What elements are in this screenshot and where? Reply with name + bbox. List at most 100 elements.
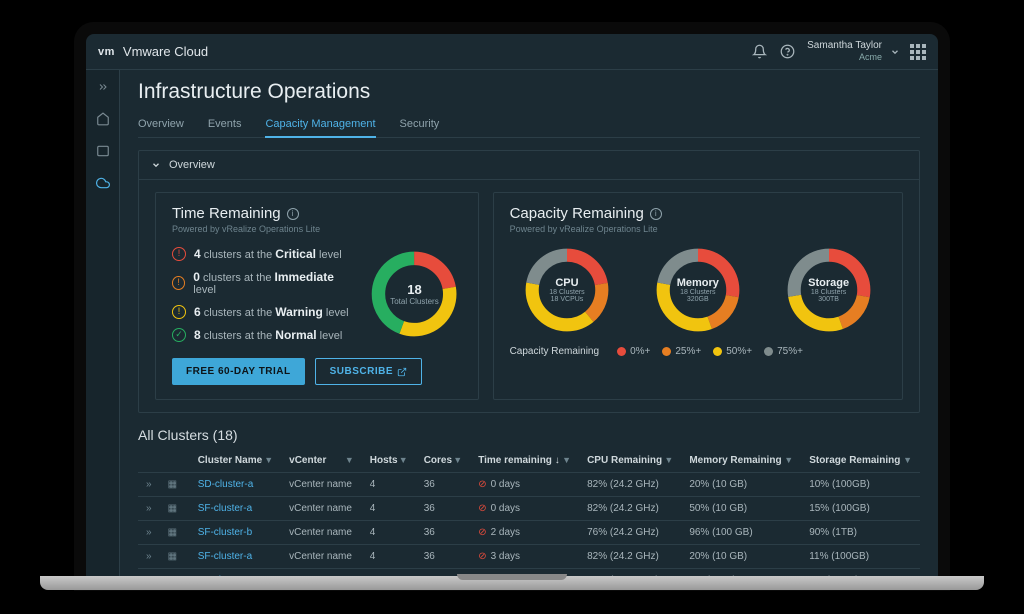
cores-cell: 36 [416,521,471,545]
user-name: Samantha Taylor [807,40,882,52]
main-content: Infrastructure Operations Overview Event… [120,70,938,579]
filter-icon[interactable]: ▼ [664,455,673,465]
filter-icon[interactable]: ▼ [562,455,571,465]
cluster-name[interactable]: SF-cluster-a [190,497,281,521]
laptop-base [40,576,984,590]
storage-remaining-cell: 15% (100GB) [801,497,920,521]
immediate-icon: ! [172,276,185,290]
hosts-cell: 4 [362,497,416,521]
table-title: All Clusters (18) [138,427,920,443]
cores-cell: 36 [416,545,471,569]
alert-icon: ⊘ [478,503,486,514]
hosts-cell: 4 [362,521,416,545]
memory-remaining-cell: 20% (10 GB) [681,473,801,497]
app-launcher-icon[interactable] [910,44,926,60]
time-remaining-cell: ⊘3 days [470,545,579,569]
chevron-down-icon[interactable] [888,38,902,66]
expand-row-icon[interactable]: » [138,497,160,521]
info-icon[interactable]: i [287,208,299,220]
vcenter-cell: vCenter name [281,545,362,569]
expand-row-icon[interactable]: » [138,473,160,497]
storage-donut: Storage18 Clusters300TB [783,244,875,336]
alert-icon: ⊘ [478,479,486,490]
external-link-icon [397,367,407,377]
free-trial-button[interactable]: FREE 60-DAY TRIAL [172,358,305,385]
panel-header[interactable]: Overview [139,151,919,180]
vcenter-cell: vCenter name [281,521,362,545]
filter-icon[interactable]: ▼ [453,455,462,465]
home-icon[interactable] [92,108,114,130]
cluster-icon: ▦ [168,527,177,538]
cluster-icon: ▦ [168,479,177,490]
time-remaining-cell: ⊘2 days [470,521,579,545]
memory-donut: Memory18 Clusters320GB [652,244,744,336]
powered-by: Powered by vRealize Operations Lite [172,224,462,234]
hosts-cell: 4 [362,473,416,497]
cpu-remaining-cell: 82% (24.2 GHz) [579,473,681,497]
legend-item: 0%+ [617,346,650,357]
donut-value: 18 [407,282,421,297]
storage-remaining-cell: 90% (1TB) [801,521,920,545]
legend-item: 50%+ [713,346,752,357]
datacenter-icon[interactable] [92,140,114,162]
column-header[interactable]: vCenter▼ [281,449,362,473]
warning-icon: ! [172,305,186,319]
vcenter-cell: vCenter name [281,497,362,521]
cluster-name[interactable]: SF-cluster-b [190,521,281,545]
capacity-legend: Capacity Remaining 0%+25%+50%+75%+ [510,346,886,357]
expand-row-icon[interactable]: » [138,521,160,545]
bell-icon[interactable] [745,38,773,66]
capacity-remaining-card: Capacity Remainingi Powered by vRealize … [493,192,903,400]
cpu-donut: CPU18 Clusters18 VCPUs [521,244,613,336]
column-header[interactable]: Memory Remaining▼ [681,449,801,473]
help-icon[interactable] [773,38,801,66]
filter-icon[interactable]: ▼ [784,455,793,465]
time-remaining-card: Time Remainingi Powered by vRealize Oper… [155,192,479,400]
clusters-table: Cluster Name▼vCenter▼Hosts▼Cores▼Time re… [138,449,920,579]
tab-security[interactable]: Security [400,112,440,137]
page-title: Infrastructure Operations [138,80,920,104]
cpu-remaining-cell: 82% (24.2 GHz) [579,545,681,569]
info-icon[interactable]: i [650,208,662,220]
status-row-immediate: !0 clusters at the Immediate level [172,270,349,296]
cluster-name[interactable]: SF-cluster-a [190,545,281,569]
card-title: Time Remainingi [172,205,462,222]
cores-cell: 36 [416,497,471,521]
filter-icon[interactable]: ▼ [903,455,912,465]
collapse-icon[interactable] [92,76,114,98]
vcenter-cell: vCenter name [281,473,362,497]
legend-item: 25%+ [662,346,701,357]
tab-events[interactable]: Events [208,112,242,137]
memory-remaining-cell: 50% (10 GB) [681,497,801,521]
alert-icon: ⊘ [478,527,486,538]
cluster-icon: ▦ [168,503,177,514]
table-row: » ▦ SD-cluster-a vCenter name 4 36 ⊘0 da… [138,473,920,497]
column-header[interactable]: Cluster Name▼ [190,449,281,473]
time-remaining-cell: ⊘0 days [470,473,579,497]
memory-remaining-cell: 96% (100 GB) [681,521,801,545]
storage-remaining-cell: 10% (100GB) [801,473,920,497]
column-header[interactable]: Storage Remaining▼ [801,449,920,473]
cloud-icon[interactable] [92,172,114,194]
expand-row-icon[interactable]: » [138,545,160,569]
overview-panel: Overview Time Remainingi Powered by vRea… [138,150,920,413]
column-header[interactable]: Time remaining ↓▼ [470,449,579,473]
user-menu[interactable]: Samantha Taylor Acme [807,40,882,63]
filter-icon[interactable]: ▼ [345,455,354,465]
tab-overview[interactable]: Overview [138,112,184,137]
total-clusters-donut: 18 Total Clusters [367,244,461,344]
chevron-down-icon [151,160,161,170]
column-header[interactable]: Hosts▼ [362,449,416,473]
filter-icon[interactable]: ▼ [264,455,273,465]
cpu-remaining-cell: 76% (24.2 GHz) [579,521,681,545]
filter-icon[interactable]: ▼ [399,455,408,465]
normal-icon: ✓ [172,328,186,342]
table-row: » ▦ SF-cluster-a vCenter name 4 36 ⊘3 da… [138,545,920,569]
subscribe-button[interactable]: SUBSCRIBE [315,358,422,385]
column-header[interactable]: CPU Remaining▼ [579,449,681,473]
column-header[interactable]: Cores▼ [416,449,471,473]
critical-icon: ! [172,247,186,261]
tab-capacity-management[interactable]: Capacity Management [265,112,375,138]
panel-title: Overview [169,159,215,171]
cluster-name[interactable]: SD-cluster-a [190,473,281,497]
